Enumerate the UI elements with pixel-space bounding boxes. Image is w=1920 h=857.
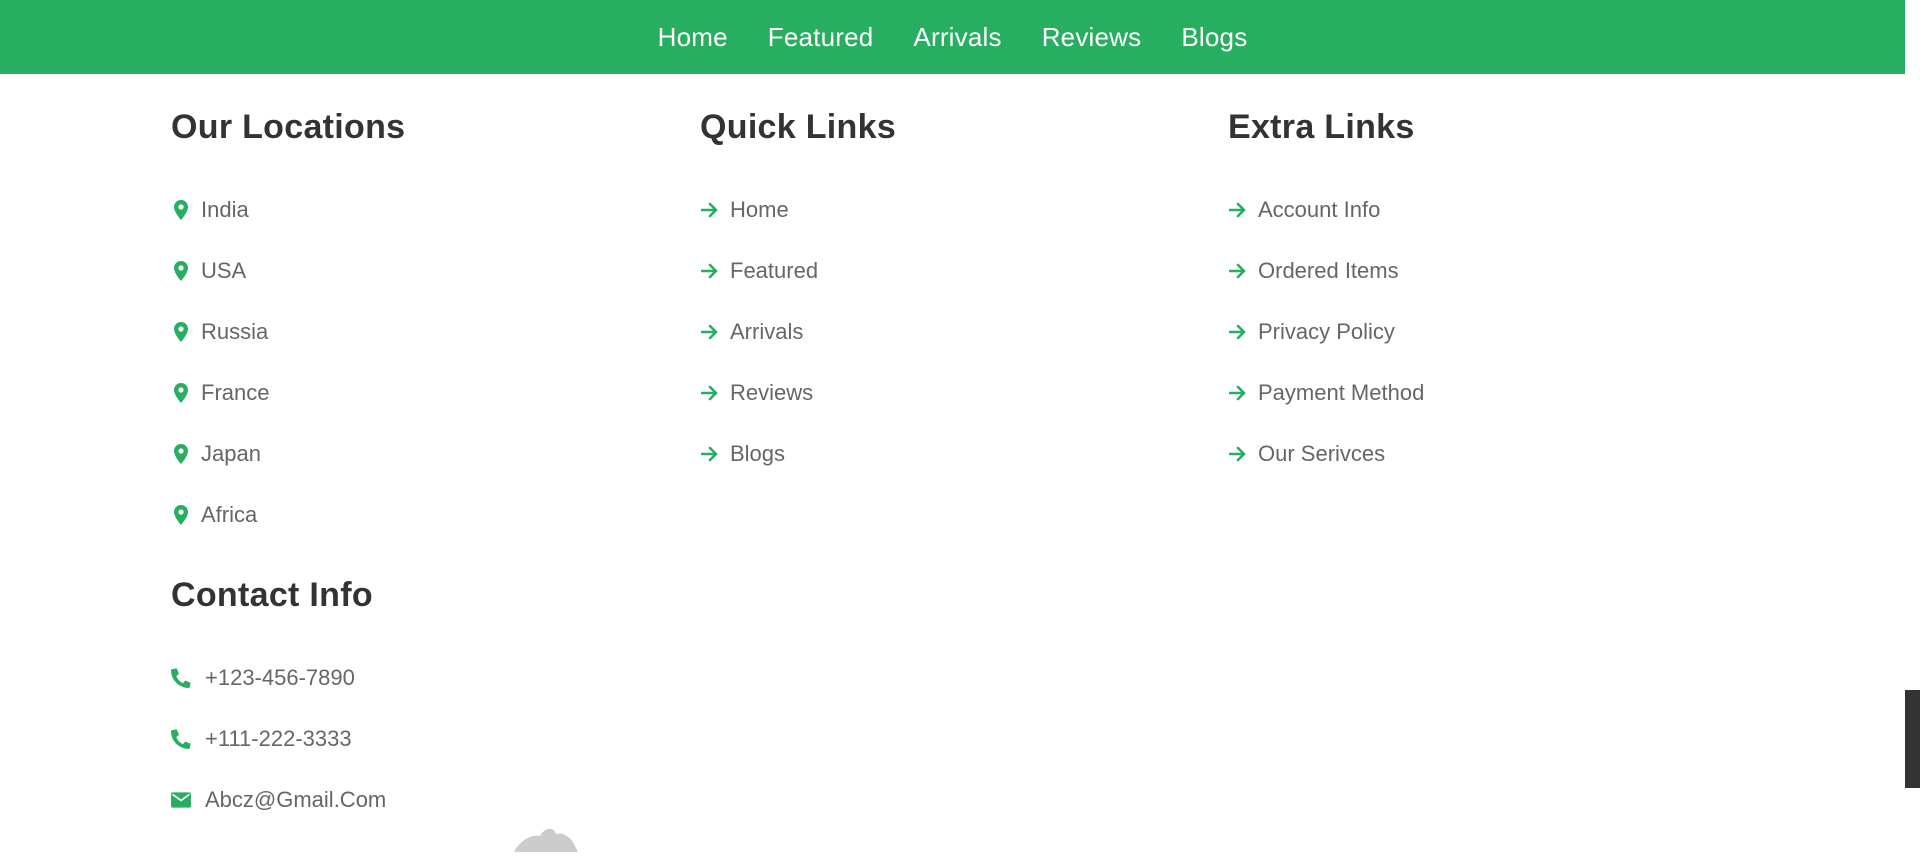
contact-email[interactable]: Abcz@Gmail.Com bbox=[171, 769, 386, 830]
quick-link-featured[interactable]: Featured bbox=[700, 240, 896, 301]
arrow-right-icon bbox=[700, 383, 720, 403]
top-navigation: Home Featured Arrivals Reviews Blogs bbox=[0, 0, 1905, 74]
decorative-image bbox=[510, 822, 582, 852]
arrow-right-icon bbox=[700, 200, 720, 220]
extra-link-label: Our Serivces bbox=[1258, 440, 1386, 466]
nav-link-reviews[interactable]: Reviews bbox=[1042, 22, 1142, 53]
contact-list: +123-456-7890 +111-222-3333 Abcz@Gmail.C… bbox=[171, 647, 386, 830]
phone-icon bbox=[171, 728, 191, 749]
contact-label: Abcz@Gmail.Com bbox=[205, 786, 387, 812]
arrow-right-icon bbox=[700, 444, 720, 464]
contact-label: +111-222-3333 bbox=[205, 725, 352, 751]
extra-link-label: Privacy Policy bbox=[1258, 318, 1395, 344]
extra-link-our-services[interactable]: Our Serivces bbox=[1228, 423, 1424, 484]
quick-links-section: Quick Links Home Featured Arrivals Revie… bbox=[700, 108, 896, 484]
contact-label: +123-456-7890 bbox=[205, 664, 355, 690]
contact-phone-1[interactable]: +123-456-7890 bbox=[171, 647, 386, 708]
quick-link-label: Blogs bbox=[730, 440, 786, 466]
map-marker-icon bbox=[171, 504, 191, 525]
quick-links-title: Quick Links bbox=[700, 108, 897, 146]
extra-link-label: Account Info bbox=[1258, 196, 1381, 222]
arrow-right-icon bbox=[1228, 444, 1248, 464]
arrow-right-icon bbox=[1228, 383, 1248, 403]
location-label: Russia bbox=[201, 318, 269, 344]
arrow-right-icon bbox=[1228, 261, 1248, 281]
quick-link-label: Home bbox=[730, 196, 789, 222]
nav-link-featured[interactable]: Featured bbox=[768, 22, 874, 53]
locations-title: Our Locations bbox=[171, 108, 406, 146]
location-item-japan[interactable]: Japan bbox=[171, 423, 405, 484]
location-label: Japan bbox=[201, 440, 261, 466]
nav-link-home[interactable]: Home bbox=[658, 22, 728, 53]
nav-link-blogs[interactable]: Blogs bbox=[1181, 22, 1247, 53]
map-marker-icon bbox=[171, 199, 191, 220]
location-item-france[interactable]: France bbox=[171, 362, 405, 423]
extra-links-title: Extra Links bbox=[1228, 108, 1415, 146]
locations-list: India USA Russia France Japan Africa bbox=[171, 179, 405, 545]
quick-link-blogs[interactable]: Blogs bbox=[700, 423, 896, 484]
arrow-right-icon bbox=[1228, 200, 1248, 220]
extra-links-section: Extra Links Account Info Ordered Items P… bbox=[1228, 108, 1424, 484]
map-marker-icon bbox=[171, 260, 191, 281]
envelope-icon bbox=[171, 790, 191, 810]
map-marker-icon bbox=[171, 443, 191, 464]
extra-links-list: Account Info Ordered Items Privacy Polic… bbox=[1228, 179, 1424, 484]
location-item-india[interactable]: India bbox=[171, 179, 405, 240]
location-label: India bbox=[201, 196, 249, 222]
contact-phone-2[interactable]: +111-222-3333 bbox=[171, 708, 386, 769]
scrollbar-thumb[interactable] bbox=[1905, 690, 1920, 788]
quick-link-home[interactable]: Home bbox=[700, 179, 896, 240]
phone-icon bbox=[171, 667, 191, 688]
location-item-africa[interactable]: Africa bbox=[171, 484, 405, 545]
contact-title: Contact Info bbox=[171, 576, 373, 614]
location-item-russia[interactable]: Russia bbox=[171, 301, 405, 362]
extra-link-label: Payment Method bbox=[1258, 379, 1425, 405]
location-label: France bbox=[201, 379, 270, 405]
arrow-right-icon bbox=[1228, 322, 1248, 342]
locations-section: Our Locations India USA Russia France Ja… bbox=[171, 108, 405, 545]
map-marker-icon bbox=[171, 382, 191, 403]
map-marker-icon bbox=[171, 321, 191, 342]
nav-link-arrivals[interactable]: Arrivals bbox=[913, 22, 1001, 53]
location-label: USA bbox=[201, 257, 247, 283]
quick-link-label: Reviews bbox=[730, 379, 814, 405]
arrow-right-icon bbox=[700, 261, 720, 281]
extra-link-privacy-policy[interactable]: Privacy Policy bbox=[1228, 301, 1424, 362]
quick-link-reviews[interactable]: Reviews bbox=[700, 362, 896, 423]
quick-links-list: Home Featured Arrivals Reviews Blogs bbox=[700, 179, 896, 484]
arrow-right-icon bbox=[700, 322, 720, 342]
location-label: Africa bbox=[201, 501, 258, 527]
location-item-usa[interactable]: USA bbox=[171, 240, 405, 301]
quick-link-label: Featured bbox=[730, 257, 819, 283]
extra-link-ordered-items[interactable]: Ordered Items bbox=[1228, 240, 1424, 301]
extra-link-payment-method[interactable]: Payment Method bbox=[1228, 362, 1424, 423]
quick-link-arrivals[interactable]: Arrivals bbox=[700, 301, 896, 362]
extra-link-account-info[interactable]: Account Info bbox=[1228, 179, 1424, 240]
contact-section: Contact Info +123-456-7890 +111-222-3333… bbox=[171, 576, 386, 830]
extra-link-label: Ordered Items bbox=[1258, 257, 1399, 283]
quick-link-label: Arrivals bbox=[730, 318, 804, 344]
